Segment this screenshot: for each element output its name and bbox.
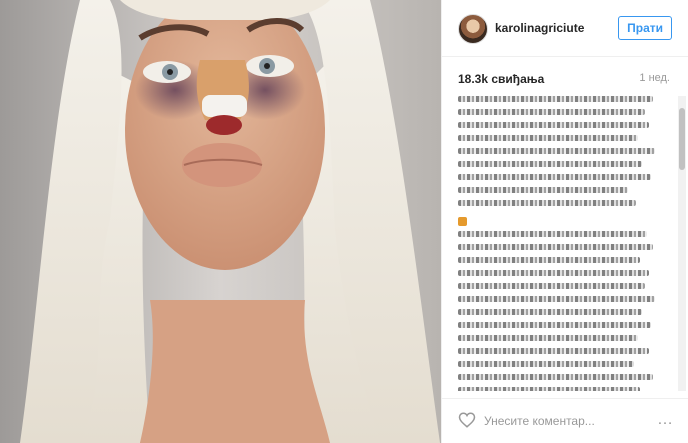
blurred-line [458,122,649,128]
blurred-line [458,322,651,328]
more-options-icon[interactable]: … [657,412,674,428]
avatar[interactable] [458,14,488,44]
username-link[interactable]: karolinagriciute [495,21,584,35]
blurred-line [458,257,641,263]
blurred-line [458,270,649,276]
follow-button[interactable]: Прати [618,16,672,40]
blurred-line [458,96,654,102]
post-stats: 18.3k свиђања 1 нед. [458,70,670,90]
post-time[interactable]: 1 нед. [639,72,670,84]
blurred-line [458,231,647,237]
emoji-row [458,213,670,226]
post-header: karolinagriciute Прати [442,0,688,57]
blurred-line [458,283,645,289]
blurred-line [458,174,651,180]
blurred-line [458,200,637,206]
caption-scrollbar[interactable] [678,96,686,391]
emoji-icon [458,217,467,226]
blurred-line [458,135,639,141]
blurred-line [458,335,639,341]
blurred-line [458,348,649,354]
post-details-panel: karolinagriciute Прати 18.3k свиђања 1 н… [441,0,688,443]
blurred-line [458,109,645,115]
blurred-line [458,309,643,315]
blurred-line [458,187,628,193]
caption-blurred [458,96,670,391]
blurred-line [458,387,641,391]
likes-count[interactable]: 18.3k свиђања [458,72,544,86]
blurred-line [458,161,643,167]
blurred-line [458,296,656,302]
blurred-line [458,374,654,380]
blurred-line [458,361,634,367]
photo-illustration [0,0,441,443]
blurred-line [458,148,656,154]
scrollbar-thumb[interactable] [679,108,685,170]
heart-icon[interactable] [458,411,476,429]
blurred-line [458,244,654,250]
post-photo[interactable] [0,0,441,443]
comment-input[interactable] [482,411,636,431]
comment-bar: … [442,398,688,443]
